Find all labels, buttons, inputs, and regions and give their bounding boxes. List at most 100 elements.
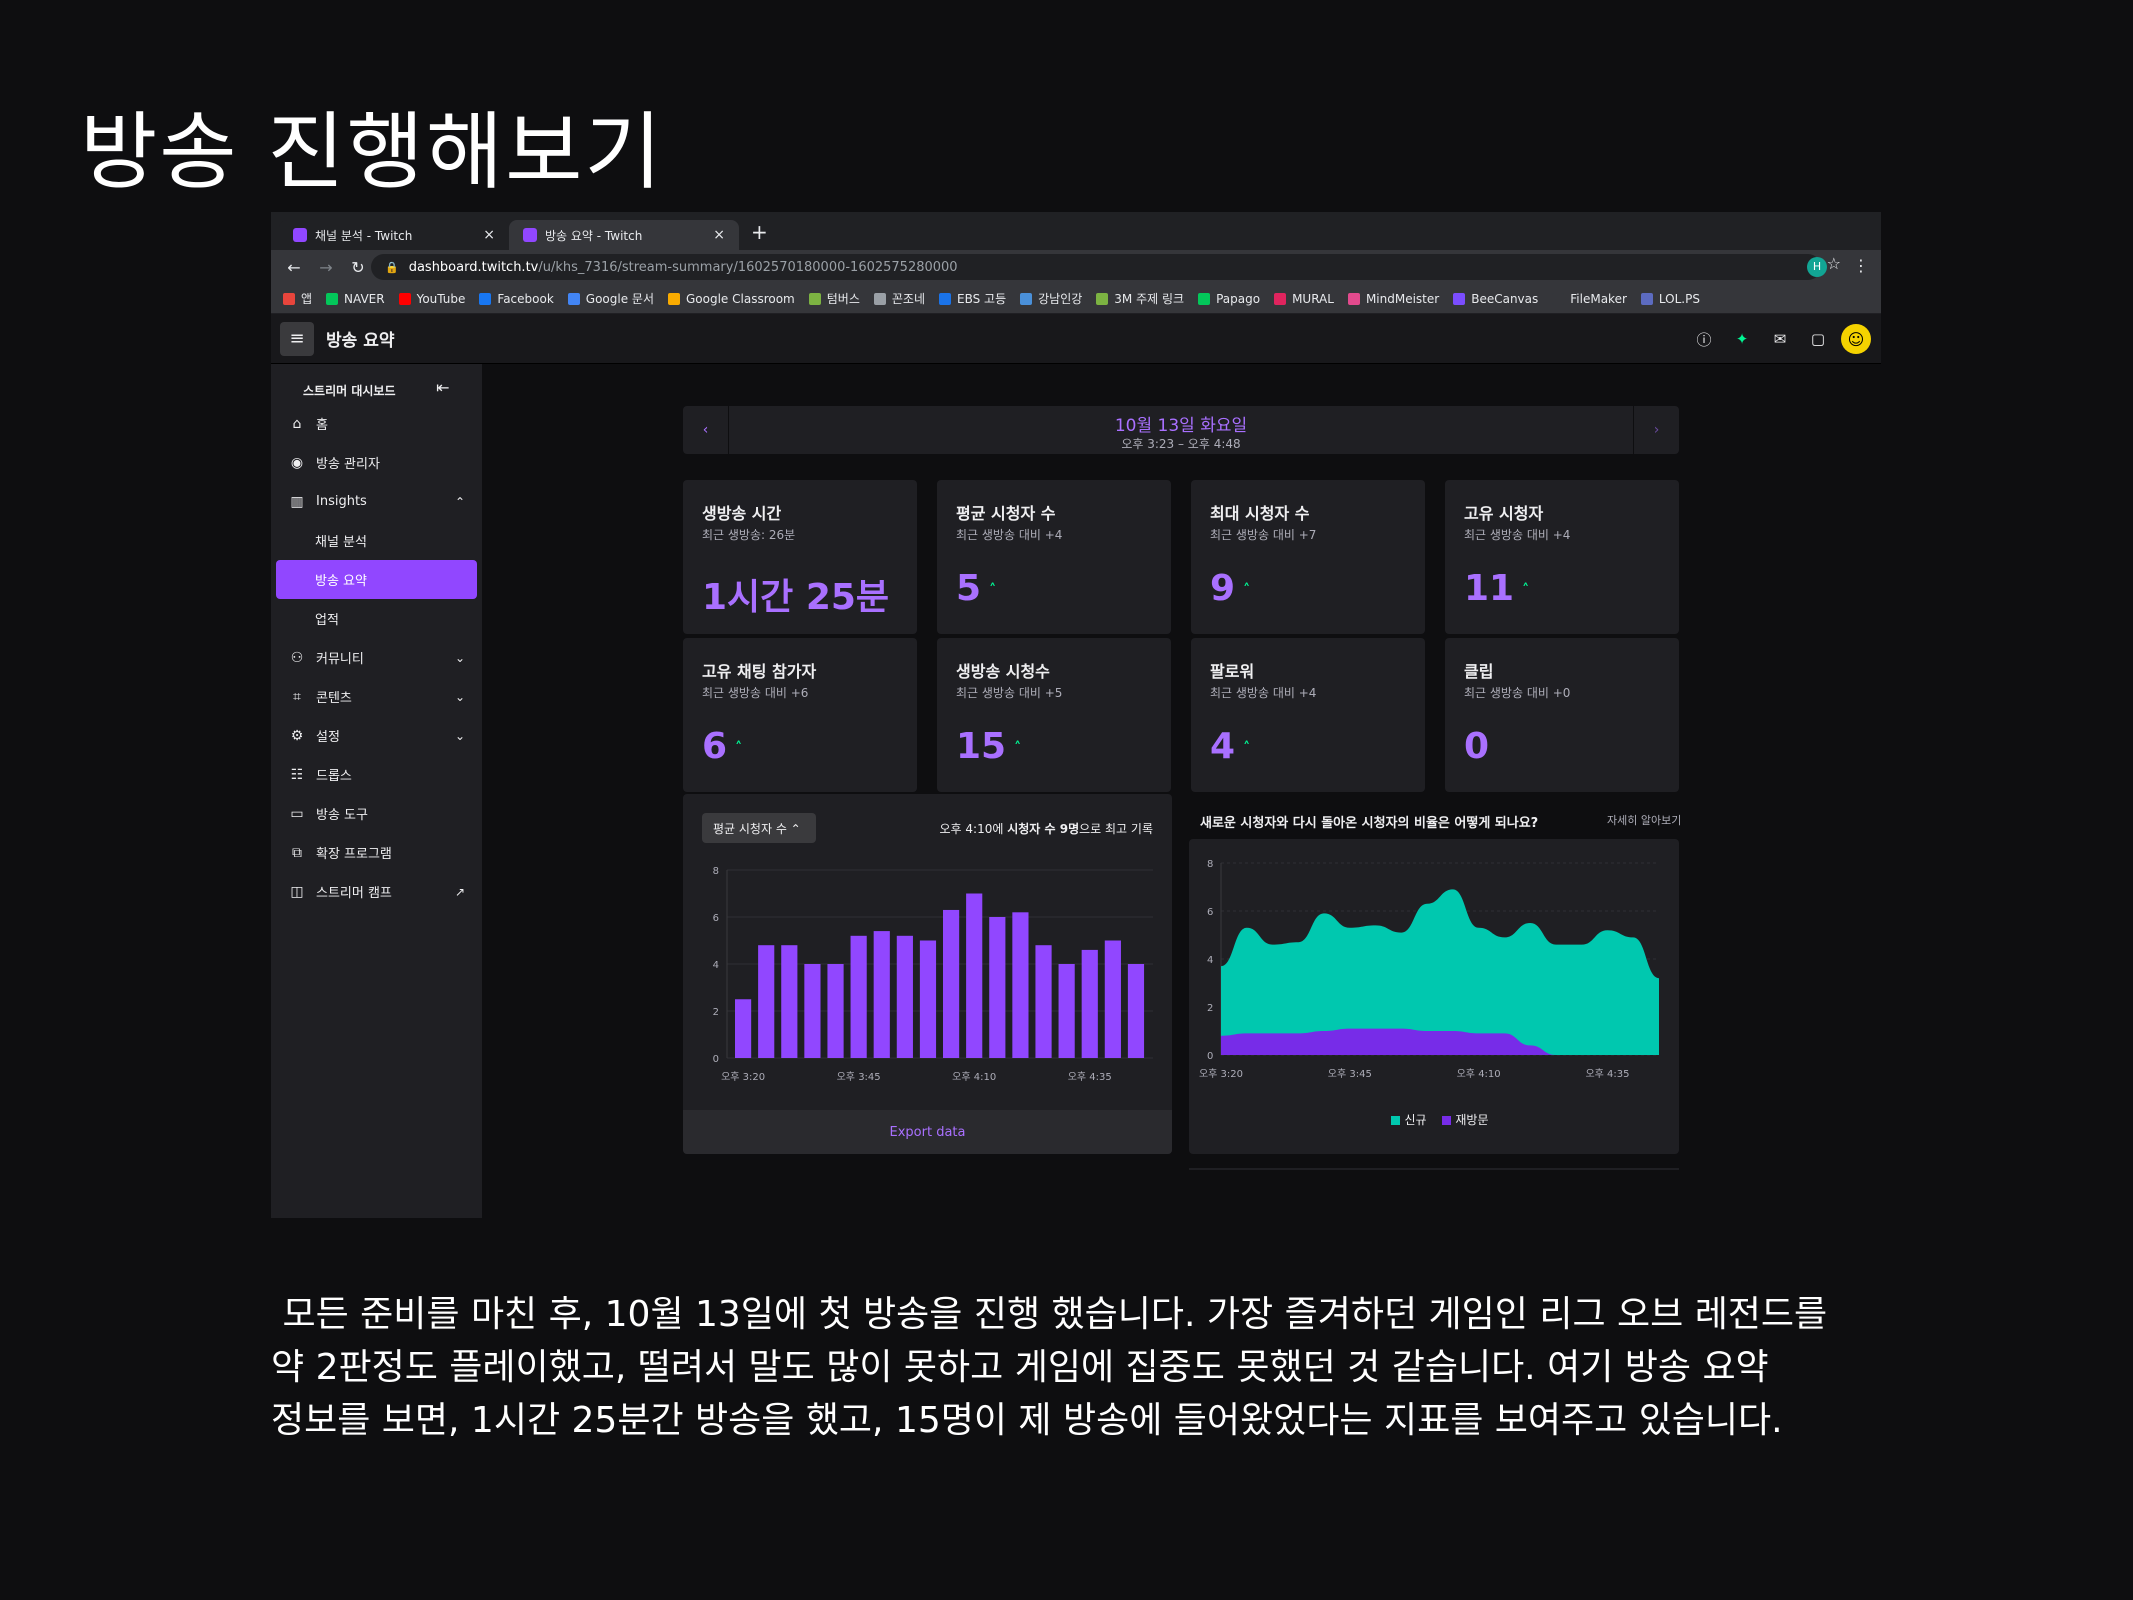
stat-title: 고유 시청자	[1464, 504, 1544, 523]
bookmark-label: 꼰조네	[891, 292, 925, 306]
bookmark-item[interactable]: MURAL	[1274, 292, 1334, 306]
back-icon[interactable]: ←	[285, 258, 303, 277]
sidebar-item[interactable]: ⌂ 홈	[276, 404, 477, 443]
bookmark-item[interactable]: Google 문서	[567, 290, 654, 307]
profile-avatar[interactable]: H	[1807, 257, 1827, 277]
bookmark-item[interactable]: 텀버스	[808, 290, 860, 307]
sidebar-item[interactable]: ☷ 드롭스	[276, 755, 477, 794]
next-stream-chevron-icon[interactable]: ›	[1633, 406, 1679, 454]
stat-title: 팔로워	[1210, 662, 1255, 681]
chevron-icon[interactable]: ⌄	[455, 729, 465, 743]
bookmark-item[interactable]: 꼰조네	[873, 290, 925, 307]
export-data-button[interactable]: Export data	[683, 1110, 1172, 1154]
viewer-chart-card: 평균 시청자 수 ⌃ 오후 4:10에 시청자 수 9명으로 최고 기록 024…	[683, 794, 1172, 1154]
sidebar-item[interactable]: 채널 분석	[276, 521, 477, 560]
bookmark-item[interactable]: Papago	[1198, 292, 1260, 306]
tab-title: 채널 분석 - Twitch	[315, 228, 413, 243]
sidebar-item[interactable]: 방송 요약	[276, 560, 477, 599]
bar[interactable]	[1104, 940, 1121, 1059]
menu-icon[interactable]: ≡	[280, 321, 314, 356]
chevron-icon[interactable]: ↗	[455, 885, 465, 899]
sidebar-item[interactable]: 업적	[276, 599, 477, 638]
browser-tab-stream-summary[interactable]: 방송 요약 - Twitch ×	[509, 220, 739, 250]
stat-value: 5 ˄	[956, 568, 996, 609]
slide-title: 방송 진행해보기	[80, 103, 664, 201]
bar[interactable]	[804, 964, 821, 1058]
bar[interactable]	[735, 999, 752, 1058]
url-input[interactable]: 🔒 dashboard.twitch.tv/u/khs_7316/stream-…	[371, 254, 1821, 280]
bar[interactable]	[896, 935, 913, 1058]
browser-screenshot: 채널 분석 - Twitch × 방송 요약 - Twitch × + ← → …	[271, 212, 1881, 1218]
bar[interactable]	[781, 945, 798, 1058]
bookmark-label: YouTube	[416, 291, 466, 306]
sidebar-item[interactable]: ◫ 스트리머 캠프 ↗	[276, 872, 477, 911]
sidebar-item[interactable]: ▭ 방송 도구	[276, 794, 477, 833]
bookmark-item[interactable]: MindMeister	[1347, 292, 1439, 306]
sidebar-item[interactable]: ▥ Insights ⌃	[276, 482, 477, 521]
area-series[interactable]	[1221, 889, 1659, 1055]
sidebar-item-label: 커뮤니티	[316, 652, 364, 667]
stat-title: 평균 시청자 수	[956, 504, 1056, 523]
user-avatar[interactable]: ☺	[1841, 324, 1871, 354]
creator-tools-icon[interactable]: ✦	[1727, 322, 1757, 356]
collapse-sidebar-icon[interactable]: ⇤	[436, 378, 449, 397]
browser-menu-icon[interactable]: ⋮	[1853, 256, 1869, 275]
bookmark-star-icon[interactable]: ☆	[1827, 254, 1841, 273]
bar[interactable]	[919, 940, 937, 1059]
bookmark-favicon-icon	[668, 292, 680, 305]
sidebar-item[interactable]: ⚙ 설정 ⌄	[276, 716, 477, 755]
help-icon[interactable]: ⓘ	[1689, 322, 1719, 356]
stat-number: 0	[1464, 726, 1490, 767]
bar[interactable]	[1127, 964, 1145, 1058]
bookmark-item[interactable]: 강남인강	[1020, 290, 1082, 307]
bookmark-favicon-icon	[479, 292, 492, 305]
chevron-icon[interactable]: ⌄	[455, 651, 465, 665]
bar[interactable]	[1081, 949, 1098, 1058]
ratio-question: 새로운 시청자와 다시 돌아온 시청자의 비율은 어떻게 되나요?	[1200, 816, 1539, 831]
forward-icon[interactable]: →	[317, 258, 335, 277]
close-tab-icon[interactable]: ×	[483, 227, 495, 243]
bar[interactable]	[966, 893, 983, 1059]
bar[interactable]	[1012, 912, 1029, 1058]
bar[interactable]	[758, 945, 775, 1058]
ratio-chart-card: 0 2 4 6 8 오후 3:20 오후 3:45 오후 4:10 오후 4:35 신규 재방문	[1189, 839, 1679, 1154]
bookmark-item[interactable]: LOL.PS	[1640, 292, 1700, 306]
trend-up-icon: ˄	[989, 582, 997, 598]
bar[interactable]	[1035, 945, 1052, 1058]
main-content: ‹ 10월 13일 화요일 오후 3:23 – 오후 4:48 › 생방송 시간…	[482, 364, 1881, 1218]
chevron-icon[interactable]: ⌄	[455, 690, 465, 704]
bar[interactable]	[943, 909, 960, 1058]
stat-title: 최대 시청자 수	[1210, 504, 1310, 523]
sidebar-item-label: 방송 도구	[316, 808, 368, 823]
bookmark-label: 앱	[301, 292, 313, 306]
inbox-icon[interactable]: ✉	[1765, 322, 1795, 356]
bookmark-item[interactable]: BeeCanvas	[1453, 292, 1538, 306]
bookmark-item[interactable]: Google Classroom	[668, 292, 795, 306]
bookmark-favicon-icon	[326, 292, 339, 305]
new-tab-button[interactable]: +	[751, 220, 768, 244]
bar[interactable]	[989, 917, 1006, 1058]
bar[interactable]	[827, 964, 844, 1058]
sidebar-item[interactable]: ⌗ 콘텐츠 ⌄	[276, 677, 477, 716]
browser-tab-channel-analytics[interactable]: 채널 분석 - Twitch ×	[279, 220, 509, 250]
bar[interactable]	[850, 935, 867, 1058]
whispers-icon[interactable]: ▢	[1803, 322, 1833, 356]
bookmark-item[interactable]: YouTube	[398, 291, 466, 306]
sidebar-item[interactable]: ◉ 방송 관리자	[276, 443, 477, 482]
bookmark-item[interactable]: NAVER	[326, 292, 385, 306]
chevron-icon[interactable]: ⌃	[455, 495, 465, 509]
sidebar-item[interactable]: ⚇ 커뮤니티 ⌄	[276, 638, 477, 677]
bookmark-item[interactable]: EBS 고등	[939, 290, 1006, 307]
sidebar-item[interactable]: ⧉ 확장 프로그램	[276, 833, 477, 872]
stat-delta: 최근 생방송 대비 +4	[1464, 528, 1571, 542]
bookmark-item[interactable]: 앱	[283, 290, 312, 307]
close-tab-icon[interactable]: ×	[713, 227, 725, 243]
bar[interactable]	[873, 931, 890, 1058]
bar[interactable]	[1058, 964, 1075, 1058]
learn-more-link[interactable]: 자세히 알아보기	[1607, 812, 1681, 828]
reload-icon[interactable]: ↻	[349, 258, 367, 277]
bookmark-item[interactable]: 3M 주제 링크	[1096, 290, 1184, 307]
extensions-icon: ⧉	[292, 844, 302, 861]
bookmark-item[interactable]: FileMaker	[1552, 292, 1627, 306]
bookmark-item[interactable]: Facebook	[479, 292, 554, 306]
